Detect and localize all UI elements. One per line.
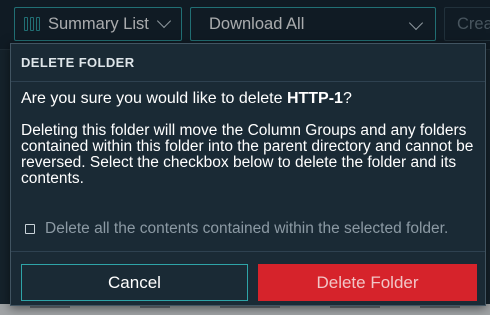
delete-folder-button[interactable]: Delete Folder — [258, 264, 477, 301]
confirmation-question: Are you sure you would like to delete HT… — [21, 90, 352, 108]
checkbox-icon[interactable] — [25, 224, 35, 234]
question-suffix: ? — [342, 90, 352, 107]
checkbox-label[interactable]: Delete all the contents contained within… — [45, 220, 448, 238]
dialog-title: DELETE FOLDER — [11, 44, 485, 82]
delete-contents-option[interactable]: Delete all the contents contained within… — [25, 220, 448, 238]
dialog-footer: Cancel Delete Folder — [11, 251, 485, 305]
delete-folder-dialog: DELETE FOLDER Are you sure you would lik… — [10, 43, 486, 306]
cancel-button[interactable]: Cancel — [21, 264, 248, 301]
folder-name: HTTP-1 — [286, 90, 343, 107]
question-prefix: Are you sure you would like to delete — [21, 90, 287, 107]
warning-text: Deleting this folder will move the Colum… — [21, 122, 474, 187]
